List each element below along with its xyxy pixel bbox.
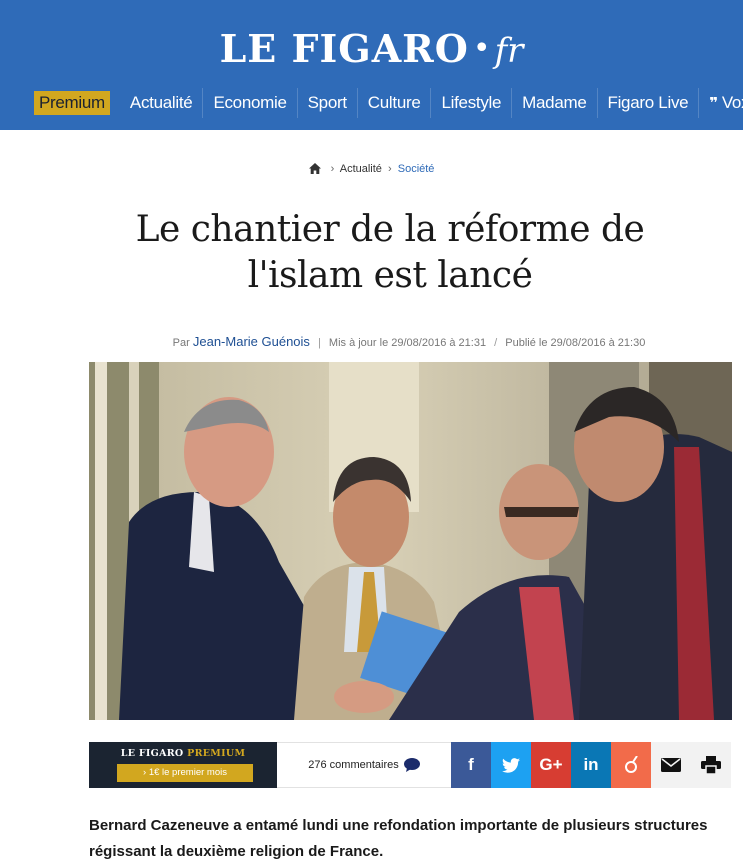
promo-premium: PREMIUM: [187, 748, 246, 759]
nav-item-vox[interactable]: ❞Vox: [698, 88, 743, 118]
google-plus-icon: G+: [539, 755, 563, 774]
breadcrumb-item-actualite[interactable]: Actualité: [340, 163, 382, 175]
facebook-icon: f: [468, 755, 474, 774]
viadeo-share-button[interactable]: [611, 742, 651, 788]
article-title: Le chantier de la réforme de l'islam est…: [135, 209, 645, 296]
byline-prefix: Par: [172, 337, 190, 349]
nav-item-culture[interactable]: Culture: [356, 88, 431, 118]
premium-promo[interactable]: LE FIGARO PREMIUM › 1€ le premier mois: [89, 742, 277, 788]
breadcrumb-item-societe[interactable]: Société: [398, 163, 435, 175]
logo-fr: fr: [494, 31, 524, 71]
nav-item-madame[interactable]: Madame: [511, 88, 596, 118]
nav-item-economie[interactable]: Economie: [202, 88, 296, 118]
comments-link[interactable]: 276 commentaires: [277, 742, 451, 788]
home-icon[interactable]: [308, 163, 321, 177]
nav-item-figaro-live[interactable]: Figaro Live: [596, 88, 699, 118]
breadcrumb-separator: ›: [330, 163, 335, 175]
linkedin-icon: in: [583, 755, 599, 774]
comment-icon: [403, 758, 420, 772]
published-date: Publié le 29/08/2016 à 21:30: [505, 337, 646, 349]
breadcrumb-separator: ›: [388, 163, 392, 175]
byline: Par Jean-Marie Guénois | Mis à jour le 2…: [0, 334, 743, 349]
promo-brand: LE FIGARO: [120, 748, 184, 759]
comments-count: 276 commentaires: [308, 759, 399, 771]
logo-wordmark: LE FIGARO: [219, 26, 469, 71]
viadeo-icon: [625, 756, 638, 773]
printer-icon: [701, 756, 721, 774]
byline-separator: /: [494, 337, 498, 349]
linkedin-share-button[interactable]: in: [571, 742, 611, 788]
nav-item-vox-label: Vox: [721, 93, 743, 112]
facebook-share-button[interactable]: f: [451, 742, 491, 788]
promo-title: LE FIGARO PREMIUM: [89, 748, 277, 759]
share-bar: LE FIGARO PREMIUM › 1€ le premier mois 2…: [89, 742, 732, 788]
promo-cta-button[interactable]: › 1€ le premier mois: [117, 764, 253, 782]
nav-item-actualite[interactable]: Actualité: [120, 88, 203, 118]
envelope-icon: [661, 758, 681, 772]
quote-icon: ❞: [709, 94, 718, 112]
article-lead: Bernard Cazeneuve a entamé lundi une ref…: [89, 817, 708, 860]
byline-separator: |: [317, 337, 321, 349]
nav-item-sport[interactable]: Sport: [296, 88, 357, 118]
nav-item-lifestyle[interactable]: Lifestyle: [430, 88, 511, 118]
site-logo[interactable]: LE FIGARO • fr: [0, 26, 743, 71]
main-nav: Premium Actualité Economie Sport Culture…: [0, 88, 743, 118]
nav-item-premium[interactable]: Premium: [34, 91, 110, 115]
email-share-button[interactable]: [651, 742, 691, 788]
twitter-share-button[interactable]: [491, 742, 531, 788]
updated-date: Mis à jour le 29/08/2016 à 21:31: [328, 337, 487, 349]
article-photo: [89, 362, 732, 720]
print-button[interactable]: [691, 742, 731, 788]
site-header: LE FIGARO • fr Premium Actualité Economie …: [0, 0, 743, 130]
breadcrumb: › Actualité › Société: [0, 163, 743, 177]
google-plus-share-button[interactable]: G+: [531, 742, 571, 788]
logo-dot: •: [472, 31, 491, 66]
author-link[interactable]: Jean-Marie Guénois: [193, 334, 310, 349]
twitter-icon: [502, 757, 520, 773]
